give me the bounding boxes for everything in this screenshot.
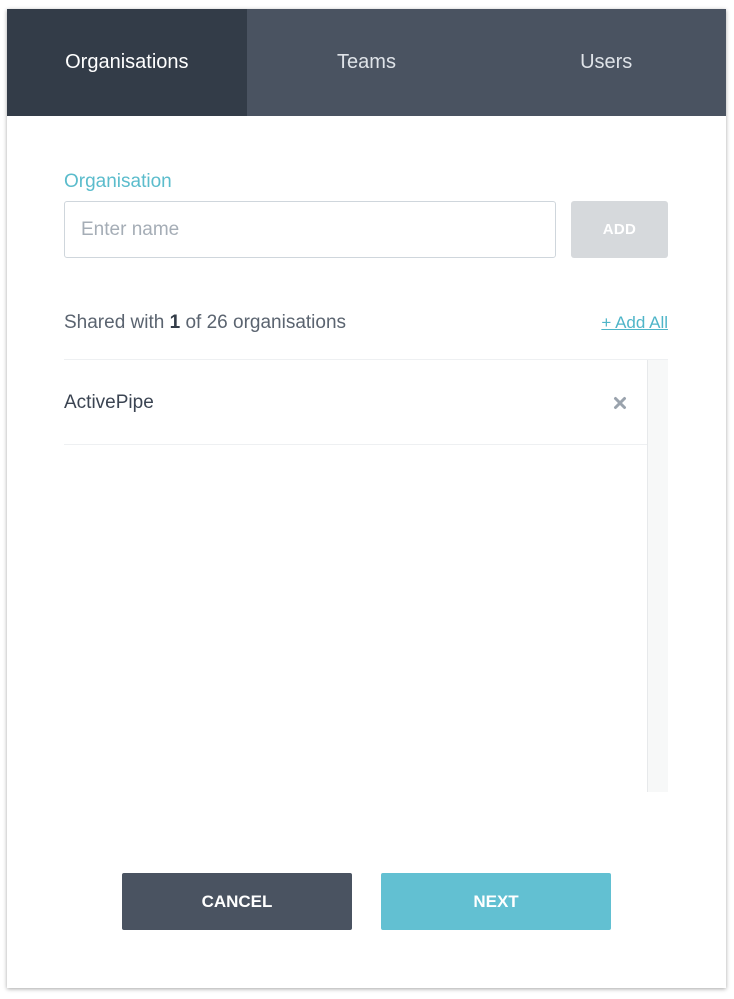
add-button[interactable]: ADD (571, 201, 668, 258)
close-icon[interactable] (613, 396, 627, 410)
organisation-name: ActivePipe (64, 392, 154, 413)
share-dialog: Organisations Teams Users Organisation A… (7, 9, 726, 988)
organisation-name-input[interactable] (64, 201, 556, 258)
shared-suffix: of 26 organisations (185, 312, 347, 333)
tab-bar: Organisations Teams Users (7, 9, 726, 116)
shared-prefix: Shared with (64, 312, 165, 333)
add-all-link[interactable]: + Add All (601, 313, 668, 333)
tab-teams[interactable]: Teams (247, 9, 487, 116)
tab-organisations[interactable]: Organisations (7, 9, 247, 116)
shared-count-text: Shared with 1 of 26 organisations (64, 312, 346, 334)
tab-users[interactable]: Users (486, 9, 726, 116)
next-button[interactable]: NEXT (381, 873, 611, 930)
organisation-label: Organisation (64, 171, 172, 192)
list-scrollbar[interactable] (647, 360, 668, 792)
shared-count: 1 (169, 312, 181, 333)
cancel-button[interactable]: CANCEL (122, 873, 352, 930)
list-item: ActivePipe (64, 360, 647, 445)
page-background: Organisations Teams Users Organisation A… (0, 0, 734, 999)
shared-organisations-list: ActivePipe (64, 359, 668, 792)
